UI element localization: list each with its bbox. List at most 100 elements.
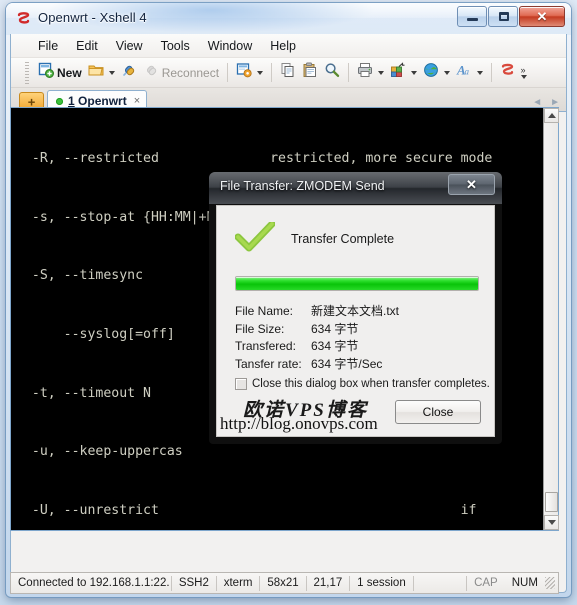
connect-button[interactable] [118,60,140,85]
status-protocol: SSH2 [178,577,209,589]
toolbar-overflow-button[interactable]: » [519,64,528,79]
layout-icon [390,62,406,83]
print-button[interactable] [354,60,387,85]
terminal-line: -u, --keep-uppercas [16,444,183,460]
file-size-label: File Size: [235,321,285,336]
info-row-file-size: File Size: 634 字节 [235,320,485,338]
progress-fill [236,277,478,290]
status-cursor-position: 21,17 [313,577,343,589]
layout-caret-icon[interactable] [411,70,418,75]
menu-view[interactable]: View [107,36,152,56]
auto-close-checkbox[interactable] [235,378,247,390]
window-controls: ✕ [457,6,565,27]
reconnect-icon [143,62,159,83]
xshell-logo-icon [16,11,32,27]
copy-button[interactable] [277,60,299,85]
toolbar-separator-2 [271,63,273,82]
print-caret-icon[interactable] [378,70,385,75]
font-caret-icon[interactable] [477,70,484,75]
open-folder-icon [88,63,104,82]
open-session-caret-icon[interactable] [108,70,115,75]
close-icon: ✕ [466,176,477,192]
menu-help[interactable]: Help [261,36,305,56]
file-transfer-dialog: File Transfer: ZMODEM Send ✕ Transfer Co… [209,172,502,444]
layout-button[interactable] [387,60,420,85]
toolbar: New Reconnect A a » [11,58,566,88]
tab-close-icon[interactable]: × [134,95,140,107]
svg-text:a: a [465,67,470,77]
window-title: Openwrt - Xshell 4 [38,10,147,25]
terminal-scrollbar[interactable] [543,108,559,530]
minimize-button[interactable] [457,6,487,27]
paste-button[interactable] [299,60,321,85]
overflow-label: » [520,64,526,75]
transfer-rate-label: Tansfer rate: [235,356,302,371]
connect-icon [121,62,137,83]
transfer-status-text: Transfer Complete [291,232,395,246]
web-icon [423,62,439,83]
scrollbar-up-button[interactable] [544,108,559,123]
session-properties-caret-icon[interactable] [257,70,264,75]
find-button[interactable] [321,60,343,85]
menu-edit[interactable]: Edit [67,36,107,56]
dialog-close-button[interactable]: ✕ [448,174,495,195]
status-sessions: 1 session [357,577,406,589]
web-button[interactable] [420,60,453,85]
toolbar-separator-1 [227,63,229,82]
find-icon [324,62,340,83]
terminal-line: -U, --unrestrict if [16,502,477,518]
tab-label: 1 Openwrt [68,94,127,108]
resize-grip[interactable] [544,577,556,589]
copy-icon [280,62,296,83]
new-session-button[interactable]: New [35,60,85,85]
dialog-close-action-button[interactable]: Close [395,400,481,424]
reconnect-label: Reconnect [161,65,220,80]
window-titlebar[interactable]: Openwrt - Xshell 4 ✕ [6,3,571,35]
transfered-value: 634 字节 [311,339,359,353]
close-icon: ✕ [536,8,548,24]
reconnect-button: Reconnect [140,60,222,85]
close-window-button[interactable]: ✕ [519,6,565,27]
info-row-file-name: File Name: 新建文本文档.txt [235,302,485,320]
transfer-progress-bar [235,276,479,291]
toolbar-separator-3 [348,63,350,82]
terminal-line: -R, --restricted restricted, more secure… [16,151,493,167]
status-caps: CAP [474,577,498,589]
menu-window[interactable]: Window [199,36,261,56]
dialog-titlebar[interactable]: File Transfer: ZMODEM Send ✕ [209,172,502,204]
menu-tools[interactable]: Tools [152,36,199,56]
menubar: File Edit View Tools Window Help [11,34,566,58]
status-size: 58x21 [267,577,299,589]
info-row-transfer-rate: Tansfer rate: 634 字节/Sec [235,355,485,373]
status-connection: Connected to 192.168.1.1:22. [18,577,170,589]
session-properties-icon [236,62,252,83]
tab-index: 1 [68,94,75,108]
web-caret-icon[interactable] [444,70,451,75]
status-term-type: xterm [223,577,253,589]
info-row-transfered: Transfered: 634 字节 [235,337,485,355]
paste-icon [302,62,318,83]
maximize-button[interactable] [488,6,518,27]
status-num: NUM [511,577,538,589]
dialog-title: File Transfer: ZMODEM Send [220,179,385,193]
transfer-info-list: File Name: 新建文本文档.txt File Size: 634 字节 … [235,302,485,372]
scrollbar-thumb[interactable] [545,492,558,512]
open-session-button[interactable] [85,61,118,84]
toolbar-separator-4 [491,63,493,82]
overflow-caret-icon [521,74,528,79]
print-icon [357,62,373,83]
screenshot-root: Openwrt - Xshell 4 ✕ File Edit View Tool… [0,0,577,605]
watermark-url: http://blog.onovps.com [220,414,378,433]
auto-close-checkbox-row[interactable]: Close this dialog box when transfer comp… [235,378,490,390]
new-session-icon [38,62,54,83]
font-button[interactable]: A a [453,60,486,85]
toolbar-grip[interactable] [25,61,29,84]
scrollbar-down-button[interactable] [544,515,559,530]
transfered-label: Transfered: [235,339,296,353]
menu-file[interactable]: File [29,36,67,56]
file-name-label: File Name: [235,304,294,318]
xshell-button[interactable] [497,60,519,85]
transfer-rate-value: 634 字节/Sec [311,356,383,371]
tab-name: Openwrt [78,94,127,108]
session-properties-button[interactable] [233,60,266,85]
